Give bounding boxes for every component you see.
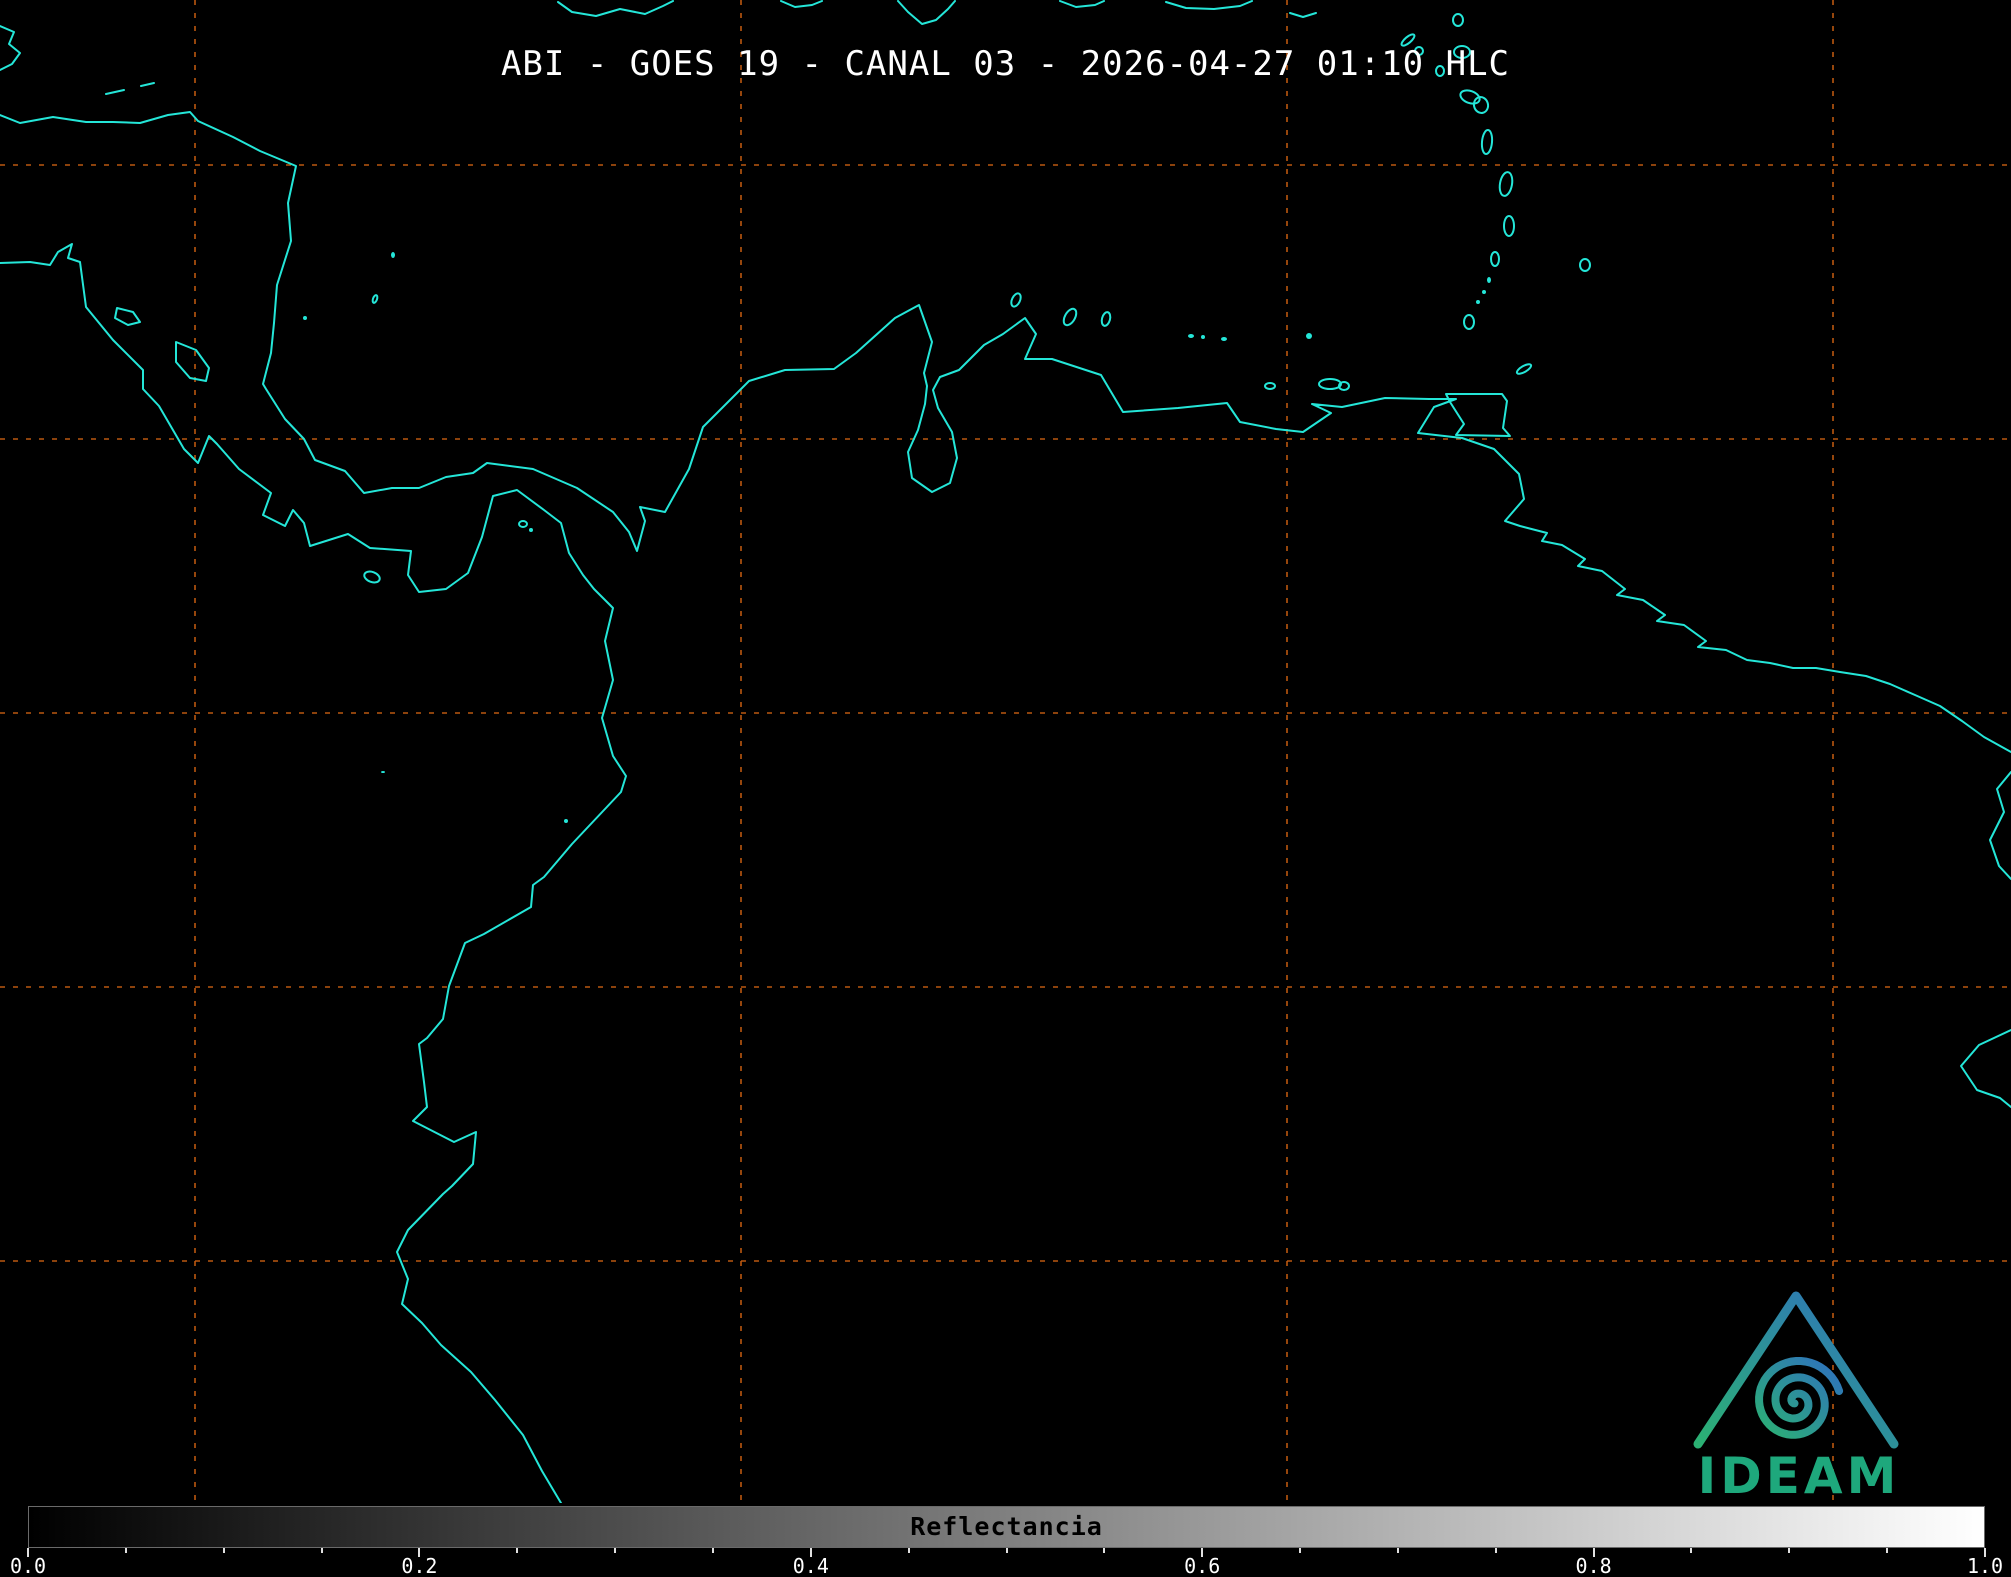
island-aruba [1009,292,1022,308]
island-margarita [1319,379,1341,389]
coastline-haiti-tip [781,1,822,7]
coastline-hispaniola-east [1060,1,1104,7]
colorbar-tick-label: 0.8 [1576,1554,1612,1577]
island-grenadines-1 [1487,277,1491,283]
island-los-roques-2 [1201,335,1205,339]
ideam-logo-text: IDEAM [1684,1447,1914,1505]
coastline-jamaica-south [558,1,673,16]
coastline-pacific-mainland [0,244,626,1503]
lake-nicaragua [176,342,209,381]
coastline-right-edge-fragment-1 [1990,772,2011,879]
coastline-caribbean-mainland [0,112,2011,752]
island-grenadines-3 [1476,300,1480,304]
logo-spiral [1759,1361,1839,1435]
colorbar-minor-tick [1397,1548,1399,1553]
colorbar-tick-label: 0.6 [1184,1554,1220,1577]
colorbar-minor-tick [223,1548,225,1553]
island-pearl-2 [529,528,533,532]
venezuelan-islands [1009,292,1349,390]
colorbar-minor-tick [712,1548,714,1553]
colorbar-minor-tick [1495,1548,1497,1553]
island-tortuga [1265,383,1275,389]
ideam-logo: IDEAM [1684,1262,1914,1505]
island-providencia [391,252,395,258]
colorbar-minor-tick [1299,1548,1301,1553]
colorbar-tick-label: 0.0 [10,1554,46,1577]
island-barbuda [1453,14,1463,26]
island-grenadines-2 [1482,290,1486,294]
island-barbados [1580,259,1590,271]
coastline-right-edge-fragment-2 [1961,1030,2011,1107]
west-caribbean-pacific-islands [303,252,568,823]
colorbar-minor-tick [321,1548,323,1553]
island-tobago [1516,362,1533,375]
colorbar-tick-label: 0.2 [401,1554,437,1577]
island-st-croix [1290,13,1316,17]
island-st-vincent [1491,252,1499,266]
colorbar-tick-labels: 0.00.20.40.60.81.0 [28,1554,1985,1577]
island-st-lucia [1504,216,1514,236]
colorbar-tick-label: 0.4 [793,1554,829,1577]
colorbar-label: Reflectancia [28,1506,1985,1548]
island-gorgona [564,819,568,823]
island-trinidad [1446,394,1510,436]
colorbar-minor-tick [614,1548,616,1553]
island-grenada [1464,315,1474,329]
island-guadeloupe-e [1472,95,1490,114]
island-blanquilla [1306,333,1312,339]
colorbar-minor-tick [516,1548,518,1553]
island-dominica [1481,130,1493,155]
island-curacao [1061,307,1079,328]
lake-managua [115,308,140,325]
island-corn [303,316,307,320]
island-san-andres [372,295,378,304]
island-coiba [363,570,381,585]
coastline-hispaniola-south [898,1,955,24]
island-pearl-1 [519,521,527,527]
colorbar-minor-tick [1788,1548,1790,1553]
image-title: ABI - GOES 19 - CANAL 03 - 2026-04-27 01… [0,44,2011,84]
coastline-puerto-rico-south [1166,1,1252,9]
colorbar-minor-tick [1690,1548,1692,1553]
colorbar-tick-label: 1.0 [1967,1554,2003,1577]
island-bonaire [1100,311,1111,327]
colorbar-minor-tick [125,1548,127,1553]
colorbar-minor-tick [1103,1548,1105,1553]
colorbar-minor-tick [1886,1548,1888,1553]
satellite-image-viewport: ABI - GOES 19 - CANAL 03 - 2026-04-27 01… [0,0,2011,1577]
ideam-logo-mark [1684,1262,1914,1452]
island-orchila [1221,337,1227,341]
island-malpelo [381,771,385,773]
colorbar-minor-tick [1006,1548,1008,1553]
colorbar-minor-tick [908,1548,910,1553]
bay-islands [106,83,154,94]
island-martinique [1498,171,1514,197]
island-los-roques-1 [1188,334,1194,338]
